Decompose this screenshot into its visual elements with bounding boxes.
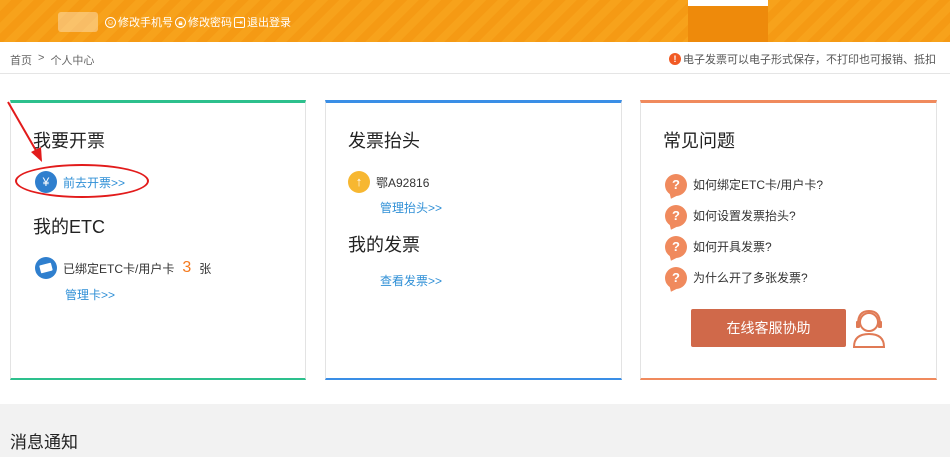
annotation-ellipse: [15, 164, 149, 198]
faq-card: 常见问题 ? 如何绑定ETC卡/用户卡? ? 如何设置发票抬头? ? 如何开具发…: [640, 100, 937, 380]
faq-item-label[interactable]: 如何绑定ETC卡/用户卡?: [693, 176, 823, 193]
change-password-link[interactable]: 🔒︎ 修改密码: [175, 14, 232, 30]
faq-list: ? 如何绑定ETC卡/用户卡? ? 如何设置发票抬头? ? 如何开具发票? ? …: [665, 169, 823, 293]
question-icon: ?: [665, 266, 687, 289]
breadcrumb-home[interactable]: 首页: [10, 52, 32, 68]
manage-header-link[interactable]: 管理抬头>>: [380, 199, 442, 216]
question-icon: ?: [665, 173, 687, 196]
my-etc-title: 我的ETC: [33, 217, 105, 237]
faq-item-label[interactable]: 为什么开了多张发票?: [693, 269, 808, 286]
faq-item[interactable]: ? 为什么开了多张发票?: [665, 262, 823, 293]
faq-item-label[interactable]: 如何开具发票?: [693, 238, 772, 255]
faq-item[interactable]: ? 如何设置发票抬头?: [665, 200, 823, 231]
faq-item[interactable]: ? 如何开具发票?: [665, 231, 823, 262]
smile-icon: ☺: [105, 16, 116, 28]
logout-link[interactable]: ⇥ 退出登录: [234, 14, 291, 30]
invoice-header-card: 发票抬头 ↑ 鄂A92816 管理抬头>> 我的发票 查看发票>>: [325, 100, 622, 380]
plate-number: 鄂A92816: [376, 175, 430, 190]
invoice-notice: ! 电子发票可以电子形式保存，不打印也可报销、抵扣: [669, 51, 936, 67]
bound-suffix: 张: [199, 261, 212, 276]
breadcrumb: 首页 > 个人中心: [10, 52, 94, 68]
etc-card-icon: [35, 257, 57, 279]
account-links: ☺ 修改手机号 🔒︎ 修改密码 ⇥ 退出登录: [105, 14, 291, 30]
logo: [58, 12, 98, 32]
messages-section: 消息通知: [0, 404, 950, 457]
online-service-button[interactable]: 在线客服协助: [691, 309, 846, 347]
plate-row: ↑ 鄂A92816: [348, 171, 429, 193]
my-invoice-title: 我的发票: [348, 235, 420, 255]
change-password-label: 修改密码: [188, 17, 232, 29]
warning-icon: !: [669, 53, 681, 65]
notice-text: 电子发票可以电子形式保存，不打印也可报销、抵扣: [683, 54, 936, 66]
breadcrumb-bar: 首页 > 个人中心 ! 电子发票可以电子形式保存，不打印也可报销、抵扣: [0, 42, 950, 74]
change-phone-label: 修改手机号: [118, 17, 173, 29]
annotation-arrow: [7, 101, 42, 162]
top-bar: ☺ 修改手机号 🔒︎ 修改密码 ⇥ 退出登录: [0, 0, 950, 42]
logout-label: 退出登录: [247, 17, 291, 29]
lock-icon: 🔒︎: [175, 16, 186, 28]
bound-count: 3: [182, 259, 192, 276]
customer-service-icon: [852, 309, 886, 348]
change-phone-link[interactable]: ☺ 修改手机号: [105, 14, 173, 30]
faq-item[interactable]: ? 如何绑定ETC卡/用户卡?: [665, 169, 823, 200]
question-icon: ?: [665, 204, 687, 227]
exit-icon: ⇥: [234, 16, 245, 28]
question-icon: ?: [665, 235, 687, 258]
faq-title: 常见问题: [663, 131, 735, 151]
arrow-up-icon: ↑: [348, 171, 370, 193]
bound-prefix: 已绑定ETC卡/用户卡: [63, 261, 175, 276]
manage-card-link[interactable]: 管理卡>>: [65, 286, 115, 303]
invoice-header-title: 发票抬头: [348, 131, 420, 151]
breadcrumb-separator: >: [38, 52, 45, 64]
bound-cards-row: 已绑定ETC卡/用户卡 3 张: [35, 257, 211, 279]
breadcrumb-current: 个人中心: [50, 55, 95, 67]
faq-item-label[interactable]: 如何设置发票抬头?: [693, 207, 796, 224]
view-invoice-link[interactable]: 查看发票>>: [380, 272, 442, 289]
messages-title: 消息通知: [10, 433, 78, 452]
active-tab-marker: [688, 0, 768, 42]
